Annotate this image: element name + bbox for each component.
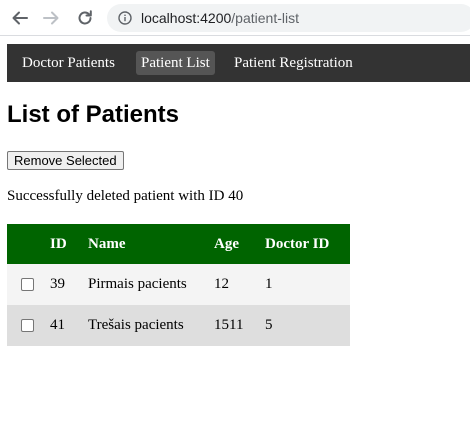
- row-checkbox[interactable]: [21, 319, 34, 333]
- nav-link-patient-registration[interactable]: Patient Registration: [229, 51, 358, 75]
- arrow-left-icon: [12, 11, 28, 25]
- url-host: localhost:4200: [141, 10, 232, 26]
- arrow-right-icon: [43, 11, 59, 25]
- patients-table: ID Name Age Doctor ID 39 Pirmais pacient…: [7, 224, 350, 346]
- nav-link-patient-list[interactable]: Patient List: [136, 51, 215, 75]
- url-text[interactable]: localhost:4200/patient-list: [141, 9, 299, 27]
- cell-age: 1511: [214, 317, 244, 333]
- address-bar[interactable]: localhost:4200/patient-list: [107, 4, 470, 32]
- table-row: 39 Pirmais pacients 12 1: [7, 264, 350, 305]
- cell-id: 41: [50, 317, 65, 333]
- reload-button[interactable]: [74, 7, 96, 29]
- nav-link-doctor-patients[interactable]: Doctor Patients: [17, 51, 120, 75]
- cell-name: Pirmais pacients: [88, 276, 187, 292]
- info-icon[interactable]: [118, 11, 132, 25]
- header-id: ID: [50, 235, 67, 252]
- row-checkbox[interactable]: [21, 278, 34, 292]
- forward-button[interactable]: [40, 7, 62, 29]
- remove-selected-button[interactable]: Remove Selected: [7, 151, 124, 170]
- header-name: Name: [88, 235, 126, 252]
- page-title: List of Patients: [7, 101, 180, 128]
- cell-name: Trešais pacients: [88, 317, 184, 333]
- row-select-cell: [7, 264, 50, 305]
- cell-id: 39: [50, 276, 65, 292]
- header-doctor-id: Doctor ID: [265, 235, 330, 252]
- cell-doctor-id: 5: [265, 317, 273, 333]
- app-navbar: Doctor Patients Patient List Patient Reg…: [7, 44, 470, 82]
- browser-toolbar: localhost:4200/patient-list: [0, 0, 470, 36]
- cell-age: 12: [214, 276, 229, 292]
- row-select-cell: [7, 305, 50, 346]
- header-age: Age: [214, 235, 239, 252]
- reload-icon: [78, 10, 92, 25]
- table-row: 41 Trešais pacients 1511 5: [7, 305, 350, 346]
- header-select: [7, 224, 50, 264]
- back-button[interactable]: [9, 7, 31, 29]
- status-message: Successfully deleted patient with ID 40: [7, 188, 244, 204]
- table-header-row: ID Name Age Doctor ID: [7, 224, 350, 264]
- url-path: /patient-list: [231, 10, 299, 26]
- cell-doctor-id: 1: [265, 276, 273, 292]
